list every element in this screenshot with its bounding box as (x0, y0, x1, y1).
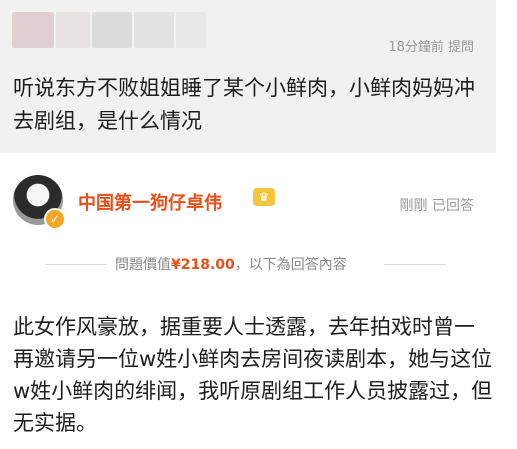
question-timestamp: 18分鐘前 提問 (388, 40, 474, 55)
answer-timestamp: 剛剛 已回答 (399, 198, 474, 214)
blurred-avatar (12, 12, 54, 48)
crown-icon: ♛ (253, 188, 275, 206)
price-line: 問題價值¥218.00，以下為回答內容 (115, 254, 347, 274)
verified-badge-icon: ✓ (44, 208, 66, 230)
price-suffix: ，以下為回答內容 (234, 257, 347, 273)
divider-line (384, 264, 446, 265)
blurred-username (176, 12, 206, 48)
price-divider: 問題價值¥218.00，以下為回答內容 (0, 254, 496, 274)
blurred-username (134, 12, 174, 48)
question-card: 18分鐘前 提問 听说东方不败姐姐睡了某个小鲜肉，小鲜肉妈妈冲去剧组，是什么情况 (0, 0, 496, 153)
answer-text: 此女作风豪放，据重要人士透露，去年拍戏时曾一再邀请另一位w姓小鲜肉去房间夜读剧本… (13, 315, 493, 435)
answerer-name[interactable]: 中国第一狗仔卓伟 (78, 189, 222, 215)
blurred-username (56, 12, 90, 48)
price-prefix: 問題價值 (115, 257, 171, 273)
divider-line (45, 264, 107, 265)
price-value: ¥218.00 (171, 257, 235, 273)
answer-header: ✓ 中国第一狗仔卓伟 ♛ 剛剛 已回答 (0, 164, 496, 236)
blurred-username (92, 12, 132, 48)
question-text: 听说东方不败姐姐睡了某个小鲜肉，小鲜肉妈妈冲去剧组，是什么情况 (13, 76, 475, 133)
